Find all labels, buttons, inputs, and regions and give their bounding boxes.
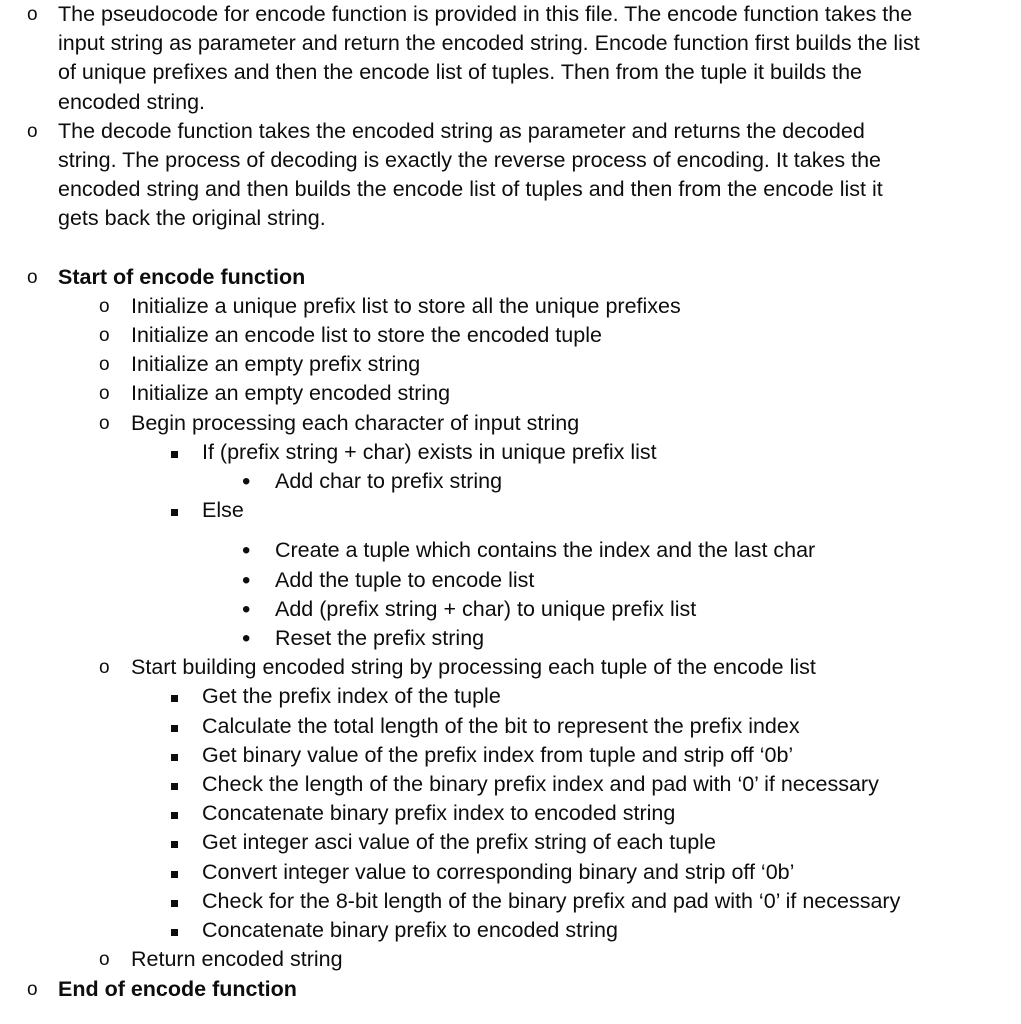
bullet-dot-icon: • bbox=[242, 537, 251, 565]
list-item-return-encoded-string: o Return encoded string bbox=[0, 945, 1021, 974]
bullet-dot-icon: • bbox=[242, 468, 251, 496]
bullet-circle-icon: o bbox=[27, 120, 38, 142]
square-glyph bbox=[171, 812, 178, 820]
list-item-text: Add char to prefix string bbox=[275, 469, 503, 494]
list-item-add-prefix-char-to-unique-list: • Add (prefix string + char) to unique pr… bbox=[0, 595, 1021, 624]
pseudocode-outline: o The pseudocode for encode function is p… bbox=[0, 0, 1021, 1004]
list-item-else: Else bbox=[0, 496, 1021, 525]
bullet-circle-icon: o bbox=[99, 295, 110, 317]
list-item-text: Get the prefix index of the tuple bbox=[202, 684, 501, 709]
bullet-square-icon bbox=[171, 682, 178, 711]
square-glyph bbox=[171, 841, 178, 849]
square-glyph bbox=[171, 753, 178, 761]
bullet-square-icon bbox=[171, 916, 178, 945]
list-item-text: Else bbox=[202, 498, 244, 523]
bullet-dot-icon: • bbox=[242, 595, 251, 623]
list-item-text: Return encoded string bbox=[131, 947, 343, 972]
list-item-init-unique-prefix-list: o Initialize a unique prefix list to stor… bbox=[0, 292, 1021, 321]
bullet-circle-icon: o bbox=[27, 4, 38, 25]
list-item-text: Create a tuple which contains the index … bbox=[275, 538, 816, 563]
bullet-circle-icon: o bbox=[27, 266, 38, 288]
square-glyph bbox=[171, 870, 178, 878]
list-item-text: Initialize an encode list to store the e… bbox=[131, 323, 602, 348]
bullet-square-icon bbox=[171, 496, 178, 525]
bullet-circle-icon: o bbox=[99, 354, 110, 376]
square-glyph bbox=[171, 783, 178, 791]
bullet-dot-icon: • bbox=[242, 566, 251, 594]
pseudocode-document: o The pseudocode for encode function is p… bbox=[0, 0, 1021, 1024]
list-item-init-empty-encoded-string: o Initialize an empty encoded string bbox=[0, 379, 1021, 408]
list-item-end-of-encode-function: o End of encode function bbox=[0, 975, 1021, 1004]
list-item-add-tuple-to-encode-list: • Add the tuple to encode list bbox=[0, 566, 1021, 595]
bullet-square-icon bbox=[171, 828, 178, 857]
list-item-text: Concatenate binary prefix to encoded str… bbox=[202, 918, 618, 943]
list-item-text: Concatenate binary prefix index to encod… bbox=[202, 801, 676, 826]
list-item-get-prefix-index: Get the prefix index of the tuple bbox=[0, 682, 1021, 711]
list-item-text: The decode function takes the encoded st… bbox=[58, 118, 883, 231]
bullet-circle-icon: o bbox=[99, 412, 110, 434]
list-item-text: Start building encoded string by process… bbox=[131, 655, 816, 680]
list-item-text: The pseudocode for encode function is pr… bbox=[58, 2, 920, 114]
bullet-circle-icon: o bbox=[99, 657, 110, 679]
list-item-text: Get integer asci value of the prefix str… bbox=[202, 830, 716, 855]
square-glyph bbox=[171, 509, 178, 517]
list-item-start-building-encoded-string: o Start building encoded string by proces… bbox=[0, 653, 1021, 682]
list-item-text: Add (prefix string + char) to unique pre… bbox=[275, 596, 697, 621]
square-glyph bbox=[171, 899, 178, 907]
list-item-text: Initialize a unique prefix list to store… bbox=[131, 293, 681, 318]
list-item-text: End of encode function bbox=[58, 976, 297, 1001]
list-item-text: Check for the 8-bit length of the binary… bbox=[202, 888, 901, 913]
bullet-square-icon bbox=[171, 799, 178, 828]
square-glyph bbox=[171, 724, 178, 732]
list-item-check-length-binary-prefix-index: Check the length of the binary prefix in… bbox=[0, 770, 1021, 799]
list-item-text: If (prefix string + char) exists in uniq… bbox=[202, 439, 657, 464]
list-item-text: Convert integer value to corresponding b… bbox=[202, 859, 795, 884]
bullet-circle-icon: o bbox=[99, 949, 110, 971]
bullet-square-icon bbox=[171, 741, 178, 770]
square-glyph bbox=[171, 929, 178, 937]
list-item-init-empty-prefix-string: o Initialize an empty prefix string bbox=[0, 350, 1021, 379]
list-item-concat-binary-prefix-index: Concatenate binary prefix index to encod… bbox=[0, 799, 1021, 828]
bullet-square-icon bbox=[171, 438, 178, 467]
list-item-text: Start of encode function bbox=[58, 264, 306, 289]
list-item-reset-prefix-string: • Reset the prefix string bbox=[0, 624, 1021, 653]
bullet-dot-icon: • bbox=[242, 625, 251, 653]
list-item-concat-binary-prefix: Concatenate binary prefix to encoded str… bbox=[0, 916, 1021, 945]
list-item-start-of-encode-function: o Start of encode function bbox=[0, 263, 1021, 292]
list-item-convert-integer-to-binary: Convert integer value to corresponding b… bbox=[0, 858, 1021, 887]
list-item-text: Initialize an empty encoded string bbox=[131, 381, 451, 406]
list-item-text: Add the tuple to encode list bbox=[275, 567, 535, 592]
square-glyph bbox=[171, 450, 178, 458]
list-item-text: Begin processing each character of input… bbox=[131, 410, 580, 435]
list-item-begin-processing-characters: o Begin processing each character of inpu… bbox=[0, 409, 1021, 438]
bullet-circle-icon: o bbox=[99, 325, 110, 347]
bullet-circle-icon: o bbox=[27, 978, 38, 1000]
bullet-square-icon bbox=[171, 770, 178, 799]
list-item-intro-encode: o The pseudocode for encode function is p… bbox=[0, 0, 1021, 117]
list-item-text: Initialize an empty prefix string bbox=[131, 352, 421, 377]
list-item-text: Check the length of the binary prefix in… bbox=[202, 772, 879, 797]
bullet-circle-icon: o bbox=[99, 383, 110, 405]
list-item-calculate-total-bit-length: Calculate the total length of the bit to… bbox=[0, 712, 1021, 741]
list-item-text: Calculate the total length of the bit to… bbox=[202, 713, 800, 738]
bullet-square-icon bbox=[171, 712, 178, 741]
list-item-intro-decode: o The decode function takes the encoded s… bbox=[0, 117, 1021, 234]
list-item-create-tuple: • Create a tuple which contains the index… bbox=[0, 536, 1021, 565]
list-item-text: Reset the prefix string bbox=[275, 626, 485, 651]
bullet-square-icon bbox=[171, 858, 178, 887]
list-item-text: Get binary value of the prefix index fro… bbox=[202, 742, 794, 767]
bullet-square-icon bbox=[171, 887, 178, 916]
list-item-get-integer-asci-value: Get integer asci value of the prefix str… bbox=[0, 828, 1021, 857]
list-item-if-prefix-exists: If (prefix string + char) exists in uniq… bbox=[0, 438, 1021, 467]
list-item-add-char-to-prefix-string: • Add char to prefix string bbox=[0, 467, 1021, 496]
list-item-check-8-bit-length: Check for the 8-bit length of the binary… bbox=[0, 887, 1021, 916]
square-glyph bbox=[171, 695, 178, 703]
list-item-init-encode-list: o Initialize an encode list to store the … bbox=[0, 321, 1021, 350]
list-item-get-binary-value-prefix-index: Get binary value of the prefix index fro… bbox=[0, 741, 1021, 770]
